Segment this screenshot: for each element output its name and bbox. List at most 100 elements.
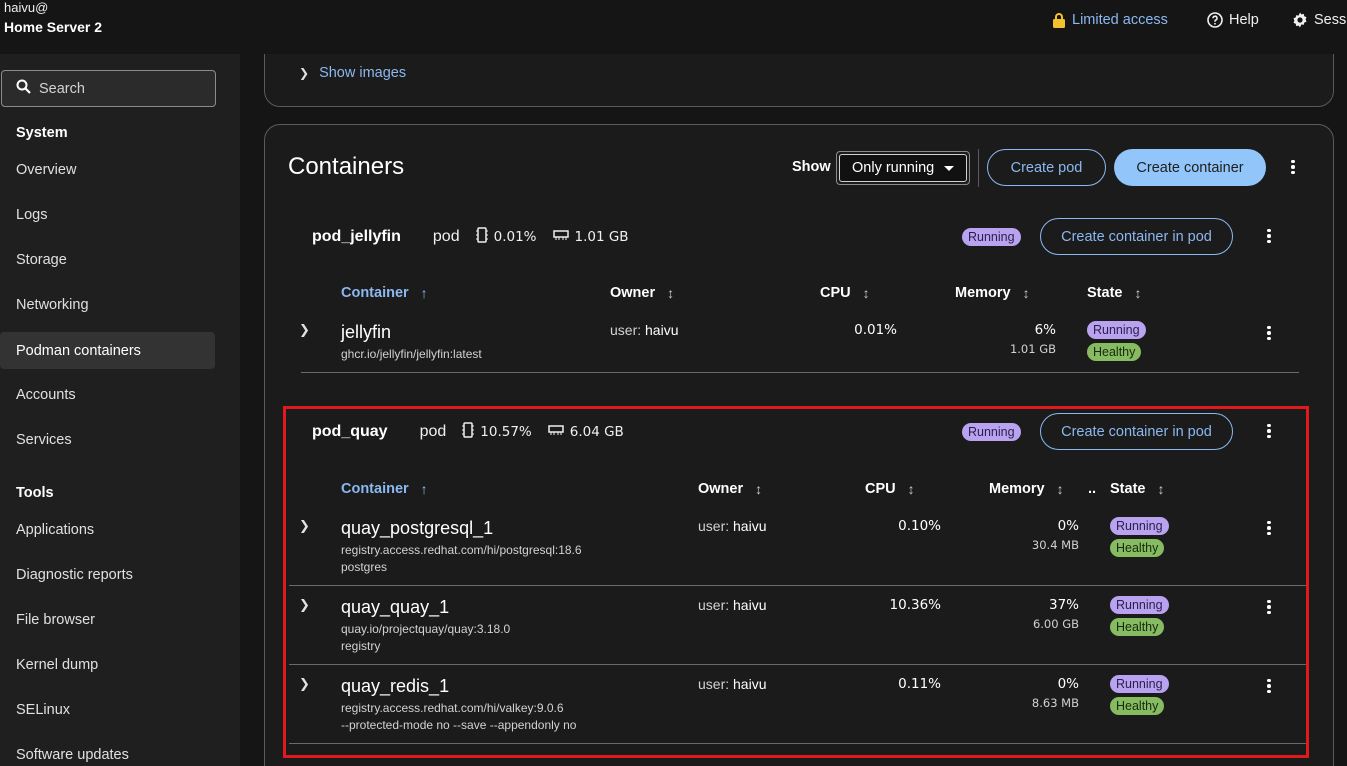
sidebar-item-kernel-dump[interactable]: Kernel dump bbox=[0, 646, 215, 683]
col-cpu[interactable]: CPU ↕ bbox=[865, 481, 915, 497]
sidebar-item-services[interactable]: Services bbox=[0, 421, 215, 458]
pod-kebab-icon[interactable] bbox=[1259, 226, 1279, 246]
sidebar-item-accounts[interactable]: Accounts bbox=[0, 376, 215, 413]
health-badge: Healthy bbox=[1087, 343, 1142, 361]
container-mem: 30.4 MB bbox=[1031, 538, 1079, 552]
col-container[interactable]: Container ↑ bbox=[341, 481, 428, 497]
sidebar-item-podman-containers[interactable]: Podman containers bbox=[0, 332, 215, 369]
container-name[interactable]: quay_postgresql_1 bbox=[341, 518, 493, 539]
row-divider bbox=[289, 664, 1307, 665]
row-kebab-icon[interactable] bbox=[1259, 597, 1279, 617]
container-mem: 6.00 GB bbox=[1032, 617, 1079, 631]
sort-icon: ↕ bbox=[862, 285, 870, 301]
containers-kebab-icon[interactable] bbox=[1283, 157, 1303, 177]
row-kebab-icon[interactable] bbox=[1259, 518, 1279, 538]
host-switcher[interactable]: Home Server 2 bbox=[4, 19, 102, 35]
container-name[interactable]: quay_quay_1 bbox=[341, 597, 449, 618]
owner-prefix: user: bbox=[698, 676, 730, 692]
container-owner: user: haivu bbox=[698, 676, 766, 692]
sort-icon: ↕ bbox=[1134, 285, 1142, 301]
session-button[interactable]: Sess bbox=[1292, 10, 1346, 30]
sort-up-icon: ↑ bbox=[420, 285, 428, 301]
state-badge: Running bbox=[1110, 675, 1169, 693]
col-owner[interactable]: Owner ↕ bbox=[610, 285, 674, 301]
col-extra[interactable]: .. bbox=[1088, 481, 1096, 497]
col-state[interactable]: State ↕ bbox=[1110, 481, 1164, 497]
sort-icon: ↕ bbox=[667, 285, 675, 301]
container-image: ghcr.io/jellyfin/jellyfin:latest bbox=[341, 347, 482, 361]
container-owner: user: haivu bbox=[610, 322, 678, 338]
pod-header: pod_jellyfin pod 0.01% 1.01 GB bbox=[312, 227, 629, 247]
pod-name: pod_jellyfin bbox=[312, 228, 401, 245]
pod-memory-value: 1.01 GB bbox=[574, 229, 629, 245]
sidebar-item-networking[interactable]: Networking bbox=[0, 286, 215, 323]
memory-icon bbox=[548, 424, 564, 440]
filter-select[interactable]: Only running bbox=[836, 151, 970, 185]
create-container-in-pod-button[interactable]: Create container in pod bbox=[1040, 413, 1233, 450]
sidebar-item-storage[interactable]: Storage bbox=[0, 241, 215, 278]
container-image: registry.access.redhat.com/hi/postgresql… bbox=[341, 543, 582, 557]
health-badge: Healthy bbox=[1110, 697, 1165, 715]
pod-kebab-icon[interactable] bbox=[1259, 421, 1279, 441]
help-button[interactable]: Help bbox=[1207, 10, 1259, 30]
row-divider bbox=[289, 743, 1307, 744]
col-container[interactable]: Container ↑ bbox=[341, 285, 428, 301]
images-card: ❯ Show images bbox=[264, 54, 1334, 107]
pod-name: pod_quay bbox=[312, 423, 388, 440]
owner-prefix: user: bbox=[698, 597, 730, 613]
create-container-button[interactable]: Create container bbox=[1114, 149, 1266, 186]
container-mem: 8.63 MB bbox=[1031, 696, 1079, 710]
expand-row-icon[interactable]: ❯ bbox=[299, 676, 310, 692]
pod-cpu: 10.57% bbox=[462, 422, 532, 442]
expand-row-icon[interactable]: ❯ bbox=[299, 597, 310, 613]
container-mem: 1.01 GB bbox=[1009, 342, 1056, 356]
row-kebab-icon[interactable] bbox=[1259, 676, 1279, 696]
sidebar-item-diagnostic-reports[interactable]: Diagnostic reports bbox=[0, 556, 215, 593]
row-divider bbox=[289, 585, 1307, 586]
lock-icon bbox=[1052, 12, 1066, 28]
row-kebab-icon[interactable] bbox=[1259, 323, 1279, 343]
col-owner[interactable]: Owner ↕ bbox=[698, 481, 762, 497]
gear-icon bbox=[1292, 12, 1308, 28]
sidebar-item-logs[interactable]: Logs bbox=[0, 196, 215, 233]
create-pod-button[interactable]: Create pod bbox=[987, 149, 1106, 186]
col-memory[interactable]: Memory ↕ bbox=[989, 481, 1064, 497]
container-mem-pct: 0% bbox=[1057, 676, 1079, 692]
col-memory-label: Memory bbox=[989, 481, 1045, 497]
col-cpu-label: CPU bbox=[865, 481, 896, 497]
help-icon bbox=[1207, 12, 1223, 28]
sidebar-item-software-updates[interactable]: Software updates bbox=[0, 736, 215, 766]
col-memory-label: Memory bbox=[955, 285, 1011, 301]
col-state[interactable]: State ↕ bbox=[1087, 285, 1141, 301]
container-name[interactable]: quay_redis_1 bbox=[341, 676, 449, 697]
sidebar-item-file-browser[interactable]: File browser bbox=[0, 601, 215, 638]
sidebar-item-applications[interactable]: Applications bbox=[0, 511, 215, 548]
container-image: registry.access.redhat.com/hi/valkey:9.0… bbox=[341, 701, 564, 715]
col-memory[interactable]: Memory ↕ bbox=[955, 285, 1030, 301]
owner-value: haivu bbox=[733, 597, 767, 613]
show-images-toggle[interactable]: ❯ Show images bbox=[299, 65, 406, 81]
sidebar-item-selinux[interactable]: SELinux bbox=[0, 691, 215, 728]
expand-row-icon[interactable]: ❯ bbox=[299, 518, 310, 534]
search-input[interactable]: Search bbox=[1, 70, 216, 107]
show-label: Show bbox=[792, 159, 831, 175]
nav-heading-tools: Tools bbox=[16, 485, 54, 501]
container-name[interactable]: jellyfin bbox=[341, 322, 391, 343]
limited-access-label: Limited access bbox=[1072, 12, 1168, 28]
sort-icon: ↕ bbox=[907, 481, 915, 497]
pod-memory-value: 6.04 GB bbox=[569, 424, 624, 440]
container-mem-pct: 37% bbox=[1048, 597, 1079, 613]
sidebar-item-overview[interactable]: Overview bbox=[0, 151, 215, 188]
sort-up-icon: ↑ bbox=[420, 481, 428, 497]
expand-row-icon[interactable]: ❯ bbox=[299, 322, 310, 338]
containers-card: Containers Show Only running Create pod … bbox=[264, 124, 1334, 766]
col-owner-label: Owner bbox=[698, 481, 744, 497]
create-container-in-pod-button[interactable]: Create container in pod bbox=[1040, 218, 1233, 255]
pod-label: pod bbox=[419, 423, 447, 440]
state-badge: Running bbox=[1110, 596, 1169, 614]
col-cpu[interactable]: CPU ↕ bbox=[820, 285, 870, 301]
nav-heading-system: System bbox=[16, 125, 68, 141]
limited-access-button[interactable]: Limited access bbox=[1052, 10, 1168, 30]
owner-value: haivu bbox=[645, 322, 679, 338]
container-mem-pct: 0% bbox=[1057, 518, 1079, 534]
